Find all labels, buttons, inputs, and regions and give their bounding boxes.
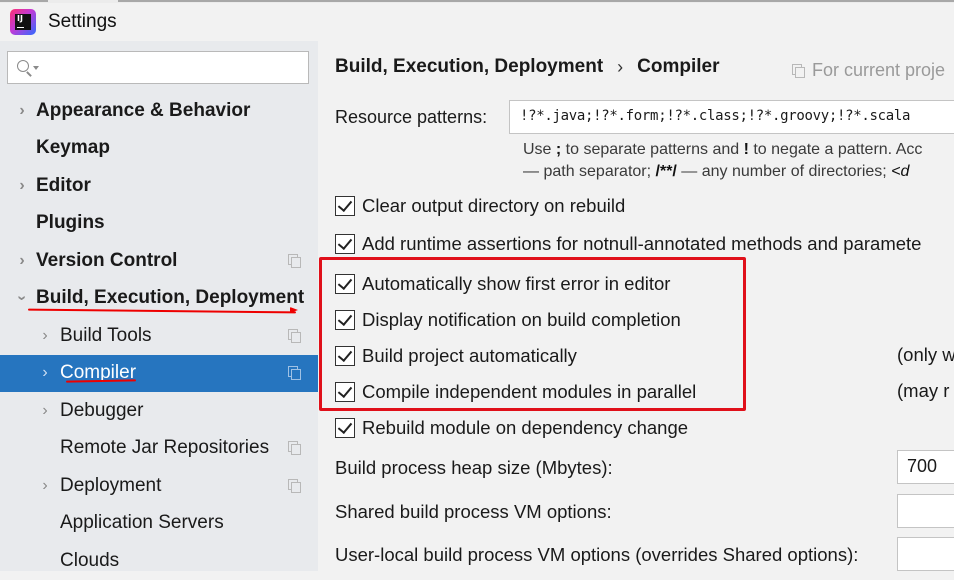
- tree-item-label: Build Tools: [60, 324, 152, 346]
- tree-item-remote-jar-repositories[interactable]: Remote Jar Repositories: [0, 430, 318, 468]
- chevron-right-icon[interactable]: ›: [15, 252, 29, 268]
- checkbox-checked-icon[interactable]: [335, 196, 355, 216]
- heap-size-label: Build process heap size (Mbytes):: [335, 457, 613, 478]
- shared-vm-options-label: Shared build process VM options:: [335, 501, 612, 522]
- settings-tree: › Appearance & Behavior Keymap › Editor …: [0, 92, 318, 580]
- tree-item-editor[interactable]: › Editor: [0, 167, 318, 205]
- tree-item-label: Deployment: [60, 474, 162, 496]
- shared-vm-options-input[interactable]: [897, 494, 954, 528]
- checkbox-clear-output-directory[interactable]: Clear output directory on rebuild: [335, 194, 625, 218]
- compile-parallel-note: (may r: [897, 380, 950, 401]
- intellij-idea-icon: IJ: [10, 9, 36, 35]
- tree-item-label: Version Control: [36, 249, 178, 271]
- heap-size-input[interactable]: 700: [897, 450, 954, 484]
- resource-patterns-hint-line-2: — path separator; /**/ — any number of d…: [523, 163, 910, 180]
- tree-item-plugins[interactable]: Plugins: [0, 205, 318, 243]
- tree-item-label: Debugger: [60, 399, 144, 421]
- chevron-right-icon[interactable]: ›: [38, 365, 52, 381]
- tree-item-label: Appearance & Behavior: [36, 99, 251, 121]
- chevron-down-icon[interactable]: ›: [14, 291, 31, 305]
- search-icon[interactable]: [16, 58, 39, 78]
- project-level-icon: [288, 441, 302, 456]
- resource-patterns-label: Resource patterns:: [335, 107, 488, 127]
- build-automatically-note: (only w: [897, 344, 954, 365]
- annotation-highlight-box: [319, 257, 746, 411]
- tree-item-version-control[interactable]: › Version Control: [0, 242, 318, 280]
- compiler-settings-panel: Build, Execution, Deployment › Compiler …: [318, 41, 954, 571]
- settings-sidebar: › Appearance & Behavior Keymap › Editor …: [0, 41, 318, 571]
- annotation-arrowhead: [290, 307, 300, 313]
- resource-patterns-hint-line-1: Use ; to separate patterns and ! to nega…: [523, 141, 923, 158]
- tree-item-label: Clouds: [60, 549, 120, 571]
- project-level-icon: [792, 63, 806, 78]
- chevron-right-icon[interactable]: ›: [15, 177, 29, 193]
- chevron-right-icon[interactable]: ›: [15, 102, 29, 118]
- tree-item-build-tools[interactable]: › Build Tools: [0, 317, 318, 355]
- tree-item-deployment[interactable]: › Deployment: [0, 467, 318, 505]
- title-bar: IJ Settings: [0, 3, 954, 41]
- tree-item-label: Keymap: [36, 137, 110, 159]
- tree-item-appearance-behavior[interactable]: › Appearance & Behavior: [0, 92, 318, 130]
- project-level-icon: [288, 328, 302, 343]
- checkbox-add-runtime-assertions[interactable]: Add runtime assertions for notnull-annot…: [335, 232, 921, 256]
- tree-item-label: Plugins: [36, 212, 105, 234]
- breadcrumb: Build, Execution, Deployment › Compiler: [335, 56, 720, 78]
- checkbox-checked-icon[interactable]: [335, 234, 355, 254]
- project-level-icon: [288, 478, 302, 493]
- resource-patterns-input[interactable]: !?*.java;!?*.form;!?*.class;!?*.groovy;!…: [509, 100, 954, 134]
- breadcrumb-current: Compiler: [637, 56, 720, 77]
- project-level-icon: [288, 253, 302, 268]
- chevron-right-icon[interactable]: ›: [38, 402, 52, 418]
- user-local-vm-options-label: User-local build process VM options (ove…: [335, 544, 859, 565]
- tree-item-label: Editor: [36, 174, 91, 196]
- tree-item-application-servers[interactable]: Application Servers: [0, 505, 318, 543]
- window-edge-segment: [118, 0, 954, 2]
- window-edge-segment: [0, 0, 48, 2]
- breadcrumb-parent: Build, Execution, Deployment: [335, 56, 604, 77]
- breadcrumb-separator-icon: ›: [617, 56, 624, 77]
- settings-search-input[interactable]: [38, 53, 308, 82]
- window-title: Settings: [48, 11, 117, 32]
- tree-item-label: Application Servers: [60, 512, 224, 534]
- user-local-vm-options-input[interactable]: [897, 537, 954, 571]
- tree-item-debugger[interactable]: › Debugger: [0, 392, 318, 430]
- settings-search-field[interactable]: [7, 51, 309, 84]
- tree-item-keymap[interactable]: Keymap: [0, 130, 318, 168]
- scope-note: For current proje: [792, 60, 945, 81]
- chevron-right-icon[interactable]: ›: [38, 477, 52, 493]
- tree-item-label: Remote Jar Repositories: [60, 437, 270, 459]
- scope-note-text: For current proje: [812, 60, 946, 80]
- tree-item-clouds[interactable]: Clouds: [0, 542, 318, 580]
- checkbox-checked-icon[interactable]: [335, 418, 355, 438]
- tree-item-label: Build, Execution, Deployment: [36, 287, 305, 309]
- tree-item-compiler[interactable]: › Compiler: [0, 354, 318, 392]
- checkbox-rebuild-on-dependency-change[interactable]: Rebuild module on dependency change: [335, 416, 688, 440]
- chevron-right-icon[interactable]: ›: [38, 327, 52, 343]
- project-level-icon: [288, 366, 302, 381]
